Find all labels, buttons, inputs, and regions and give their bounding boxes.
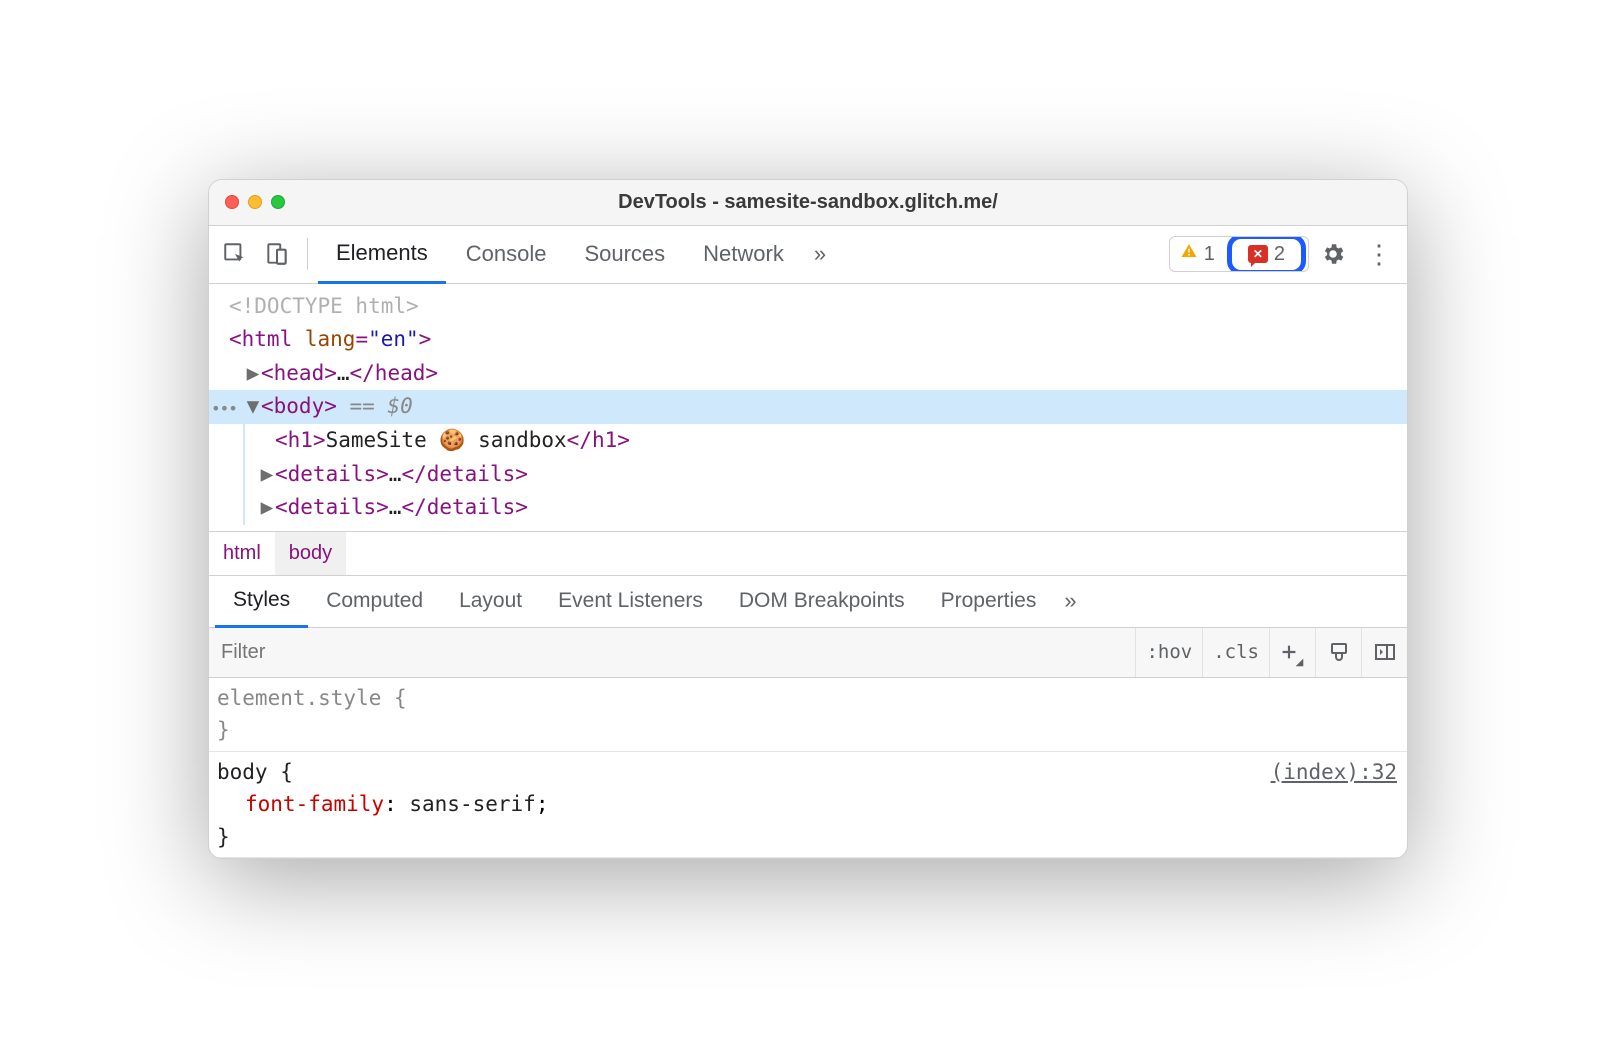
- breadcrumb: html body: [209, 531, 1407, 576]
- toolbar-separator: [307, 238, 308, 270]
- paint-flashing-icon[interactable]: [1315, 628, 1361, 677]
- more-tabs-button[interactable]: »: [804, 241, 836, 267]
- settings-button[interactable]: [1311, 232, 1355, 276]
- element-style-selector: element.style: [217, 686, 381, 710]
- rule-source-link[interactable]: (index):32: [1271, 756, 1397, 789]
- tab-elements[interactable]: Elements: [318, 226, 446, 284]
- window-title: DevTools - samesite-sandbox.glitch.me/: [209, 191, 1407, 214]
- inspect-element-icon[interactable]: [215, 234, 255, 274]
- tab-console[interactable]: Console: [448, 225, 565, 283]
- devtools-window: DevTools - samesite-sandbox.glitch.me/ E…: [208, 179, 1408, 860]
- tab-network[interactable]: Network: [685, 225, 802, 283]
- css-property-name[interactable]: font-family: [245, 792, 384, 816]
- styles-subtabs: Styles Computed Layout Event Listeners D…: [209, 576, 1407, 628]
- dom-head[interactable]: ▶<head>…</head>: [209, 357, 1407, 391]
- tab-sources[interactable]: Sources: [566, 225, 683, 283]
- body-style-rule[interactable]: (index):32 body { font-family: sans-seri…: [209, 752, 1407, 859]
- cls-toggle[interactable]: .cls: [1202, 628, 1269, 677]
- dom-tree[interactable]: <!DOCTYPE html> <html lang="en"> ▶<head>…: [209, 284, 1407, 531]
- styles-filter-input[interactable]: [209, 628, 1135, 677]
- subtab-layout[interactable]: Layout: [441, 575, 540, 627]
- zoom-window-button[interactable]: [271, 195, 285, 209]
- hov-toggle[interactable]: :hov: [1135, 628, 1202, 677]
- traffic-lights: [209, 195, 285, 209]
- subtab-event-listeners[interactable]: Event Listeners: [540, 575, 721, 627]
- body-selector: body: [217, 760, 268, 784]
- issues-badge[interactable]: ✕ 2: [1238, 243, 1295, 266]
- issues-icon: ✕: [1248, 245, 1268, 263]
- subtab-dom-breakpoints[interactable]: DOM Breakpoints: [721, 575, 923, 627]
- status-badges: 1 ✕ 2: [1169, 236, 1309, 272]
- warnings-count: 1: [1204, 243, 1215, 266]
- subtab-styles[interactable]: Styles: [215, 576, 308, 628]
- main-toolbar: Elements Console Sources Network » 1 ✕ 2…: [209, 226, 1407, 284]
- subtab-more-button[interactable]: »: [1054, 588, 1086, 614]
- device-toolbar-icon[interactable]: [257, 234, 297, 274]
- window-titlebar: DevTools - samesite-sandbox.glitch.me/: [209, 180, 1407, 226]
- warning-icon: [1180, 242, 1198, 266]
- issues-highlight: ✕ 2: [1227, 236, 1306, 272]
- element-style-rule[interactable]: element.style { }: [209, 678, 1407, 752]
- dom-html-open[interactable]: <html lang="en">: [209, 323, 1407, 357]
- close-window-button[interactable]: [225, 195, 239, 209]
- new-style-rule-button[interactable]: ◢: [1269, 628, 1315, 677]
- css-property-value[interactable]: sans-serif: [409, 792, 535, 816]
- crumb-body[interactable]: body: [275, 532, 346, 575]
- toggle-sidebar-icon[interactable]: [1361, 628, 1407, 677]
- subtab-properties[interactable]: Properties: [923, 575, 1055, 627]
- warnings-badge[interactable]: 1: [1170, 237, 1225, 271]
- dom-h1[interactable]: <h1>SameSite 🍪 sandbox</h1>: [245, 424, 1407, 458]
- dom-doctype[interactable]: <!DOCTYPE html>: [209, 290, 1407, 324]
- issues-count: 2: [1274, 243, 1285, 266]
- crumb-html[interactable]: html: [209, 532, 275, 575]
- styles-pane: element.style { } (index):32 body { font…: [209, 678, 1407, 859]
- dom-body-selected[interactable]: ▼<body> == $0: [209, 390, 1407, 424]
- subtab-computed[interactable]: Computed: [308, 575, 441, 627]
- dom-details-1[interactable]: ▶<details>…</details>: [245, 458, 1407, 492]
- dom-details-2[interactable]: ▶<details>…</details>: [245, 491, 1407, 525]
- minimize-window-button[interactable]: [248, 195, 262, 209]
- styles-filter-bar: :hov .cls ◢: [209, 628, 1407, 678]
- kebab-menu-button[interactable]: ⋮: [1357, 232, 1401, 276]
